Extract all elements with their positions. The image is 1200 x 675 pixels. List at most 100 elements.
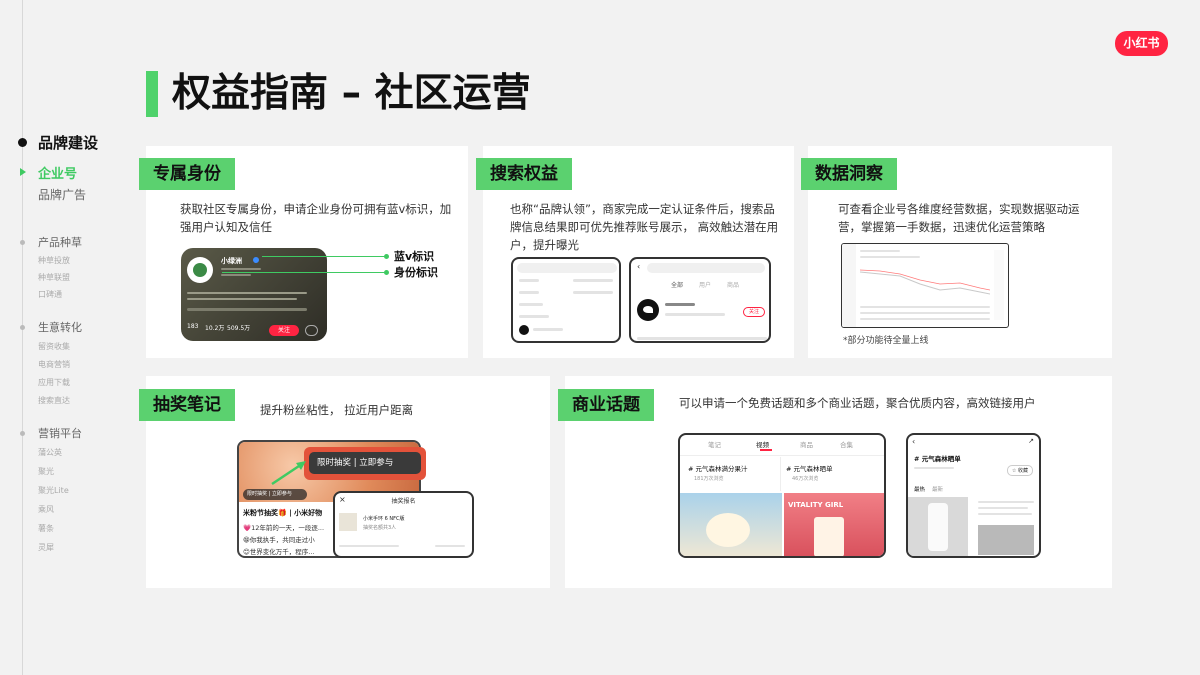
brand-account-avatar bbox=[637, 299, 659, 321]
search-input[interactable] bbox=[517, 263, 617, 273]
message-button[interactable] bbox=[305, 325, 318, 336]
follow-button[interactable]: 关注 bbox=[743, 307, 765, 317]
trend-line-chart bbox=[860, 269, 990, 295]
sidebar-sub-item[interactable]: 灵犀 bbox=[38, 542, 54, 553]
card-description: 也称“品牌认领”，商家完成一定认证条件后，搜索品牌信息结果即可优先推荐账号展示，… bbox=[510, 202, 779, 252]
topic-tab[interactable]: 笔记 bbox=[708, 439, 721, 449]
search-phone-left bbox=[511, 257, 621, 343]
search-phone-right: ‹ 全部 用户 商品 关注 bbox=[629, 257, 771, 343]
note-line: 😊世界变化万千，程序... bbox=[243, 548, 315, 556]
result-tab[interactable]: 全部 bbox=[671, 280, 683, 289]
sidebar-sub-item[interactable]: 搜索直达 bbox=[38, 395, 70, 406]
prize-name: 小米手环 6 NFC版 bbox=[363, 516, 405, 522]
back-icon[interactable]: ‹ bbox=[637, 263, 643, 271]
note-image bbox=[908, 497, 968, 556]
sidebar-sub-item[interactable]: 种草联盟 bbox=[38, 272, 70, 283]
topic-tab-active[interactable]: 视频 bbox=[756, 439, 769, 449]
lottery-badge-small[interactable]: 限时抽奖 | 立即参与 bbox=[243, 489, 307, 500]
back-icon[interactable]: ‹ bbox=[912, 437, 915, 446]
card-tag: 商业话题 bbox=[558, 389, 654, 421]
blue-v-icon bbox=[253, 257, 259, 263]
topic-detail-tab[interactable]: 最热 bbox=[914, 485, 925, 493]
sidebar-sub-item[interactable]: 聚光 bbox=[38, 466, 54, 477]
card-description: 可以申请一个免费话题和多个商业话题，聚合优质内容，高效链接用户 bbox=[679, 396, 1036, 410]
dashboard-screenshot bbox=[841, 243, 1009, 328]
note-title: 米粉节抽奖🎁 | 小米好物 bbox=[243, 509, 323, 517]
callout-dot bbox=[384, 254, 389, 259]
topic-detail-phone: ‹ ↗ # 元气森林晒单 ☆ 收藏 最热 最新 bbox=[906, 433, 1041, 558]
topic-detail-tab[interactable]: 最新 bbox=[932, 485, 943, 493]
callout-line bbox=[222, 272, 386, 273]
card-tag: 搜索权益 bbox=[476, 158, 572, 190]
result-tab[interactable]: 用户 bbox=[699, 280, 711, 289]
note-image bbox=[680, 493, 782, 556]
sidebar-sub-item[interactable]: 聚光Lite bbox=[38, 485, 69, 496]
note-image bbox=[978, 525, 1034, 555]
topic-page-phone: 笔记 视频 商品 合集 # 元气森林满分果汁 181万次浏览 # 元气森林晒单 … bbox=[678, 433, 886, 558]
title-accent-bar bbox=[146, 71, 158, 117]
lottery-badge-large[interactable]: 限时抽奖 | 立即参与 bbox=[309, 452, 421, 474]
note-line: 😁你我执手，共同走过小 bbox=[243, 536, 315, 544]
topic-tab[interactable]: 商品 bbox=[800, 439, 813, 449]
prize-quota: 抽奖名额共3人 bbox=[363, 525, 397, 531]
sidebar-item-active[interactable]: 企业号 bbox=[38, 163, 77, 182]
sidebar-sub-item[interactable]: 种草投放 bbox=[38, 255, 70, 266]
note-image: VITALITY GIRL bbox=[784, 493, 884, 556]
sidebar-section-title: 品牌建设 bbox=[38, 134, 99, 152]
sidebar-timeline bbox=[22, 0, 23, 675]
card-description: 可查看企业号各维度经营数据，实现数据驱动运营，掌握第一手数据，迅速优化运营策略 bbox=[838, 202, 1080, 234]
pointer-arrow bbox=[271, 461, 306, 486]
card-tag: 数据洞察 bbox=[801, 158, 897, 190]
sidebar-sub-item[interactable]: 口碑通 bbox=[38, 289, 62, 300]
note-line: 💗12年前的一天，一段逐... bbox=[243, 524, 325, 532]
card-description: 获取社区专属身份，申请企业身份可拥有蓝v标识，加强用户认知及信任 bbox=[180, 202, 452, 234]
card-tag: 专属身份 bbox=[139, 158, 235, 190]
sidebar-item[interactable]: 品牌广告 bbox=[38, 186, 86, 203]
popup-title: 抽奖报名 bbox=[391, 498, 416, 505]
sidebar-sub-item[interactable]: 蒲公英 bbox=[38, 447, 62, 458]
brand-logo: 小红书 bbox=[1115, 31, 1168, 56]
timeline-dot bbox=[20, 325, 25, 330]
profile-mockup: 小绿洲 183 10.2万 509.5万 关注 bbox=[181, 248, 327, 341]
sidebar-sub-item[interactable]: 薯条 bbox=[38, 523, 54, 534]
active-arrow-icon bbox=[20, 168, 26, 176]
active-tab-indicator bbox=[760, 449, 772, 451]
card-description: 提升粉丝粘性， 拉近用户距离 bbox=[260, 403, 414, 417]
sidebar-sub-item[interactable]: 电商营销 bbox=[38, 359, 70, 370]
callout-line bbox=[262, 256, 386, 257]
sidebar-sub-item[interactable]: 留资收集 bbox=[38, 341, 70, 352]
prize-thumbnail bbox=[339, 513, 357, 531]
stat-value: 509.5万 bbox=[227, 325, 251, 332]
stat-value: 10.2万 bbox=[205, 325, 225, 332]
footnote: *部分功能待全量上线 bbox=[843, 336, 929, 346]
account-avatar bbox=[519, 325, 529, 335]
topic-views: 181万次浏览 bbox=[694, 476, 724, 482]
sidebar-sub-item[interactable]: 乘风 bbox=[38, 504, 54, 515]
topic-detail-title: # 元气森林晒单 bbox=[914, 455, 961, 463]
sidebar-group-label[interactable]: 生意转化 bbox=[38, 319, 82, 335]
profile-name: 小绿洲 bbox=[221, 257, 242, 265]
page-title: 权益指南 – 社区运营 bbox=[172, 71, 531, 116]
lottery-badge-highlight: 限时抽奖 | 立即参与 bbox=[304, 447, 426, 480]
callout-identity: 身份标识 bbox=[394, 266, 438, 279]
topic-name[interactable]: # 元气森林满分果汁 bbox=[688, 463, 748, 473]
timeline-dot bbox=[20, 431, 25, 436]
timeline-current-dot bbox=[18, 138, 27, 147]
share-icon[interactable]: ↗ bbox=[1028, 437, 1034, 445]
avatar bbox=[187, 257, 213, 283]
topic-name[interactable]: # 元气森林晒单 bbox=[786, 463, 833, 473]
sidebar-group-label[interactable]: 产品种草 bbox=[38, 234, 82, 250]
follow-button[interactable]: 关注 bbox=[269, 325, 299, 336]
banner-text: VITALITY GIRL bbox=[788, 501, 844, 509]
sidebar-group-label[interactable]: 营销平台 bbox=[38, 425, 82, 441]
stat-value: 183 bbox=[187, 323, 199, 330]
result-tab[interactable]: 商品 bbox=[727, 280, 739, 289]
sidebar-sub-item[interactable]: 应用下载 bbox=[38, 377, 70, 388]
card-tag: 抽奖笔记 bbox=[139, 389, 235, 421]
topic-views: 46万次浏览 bbox=[792, 476, 819, 482]
search-input[interactable] bbox=[647, 263, 765, 273]
topic-tab[interactable]: 合集 bbox=[840, 439, 853, 449]
callout-blue-v: 蓝v标识 bbox=[394, 250, 435, 263]
favorite-button[interactable]: ☆ 收藏 bbox=[1006, 465, 1033, 476]
callout-dot bbox=[384, 270, 389, 275]
